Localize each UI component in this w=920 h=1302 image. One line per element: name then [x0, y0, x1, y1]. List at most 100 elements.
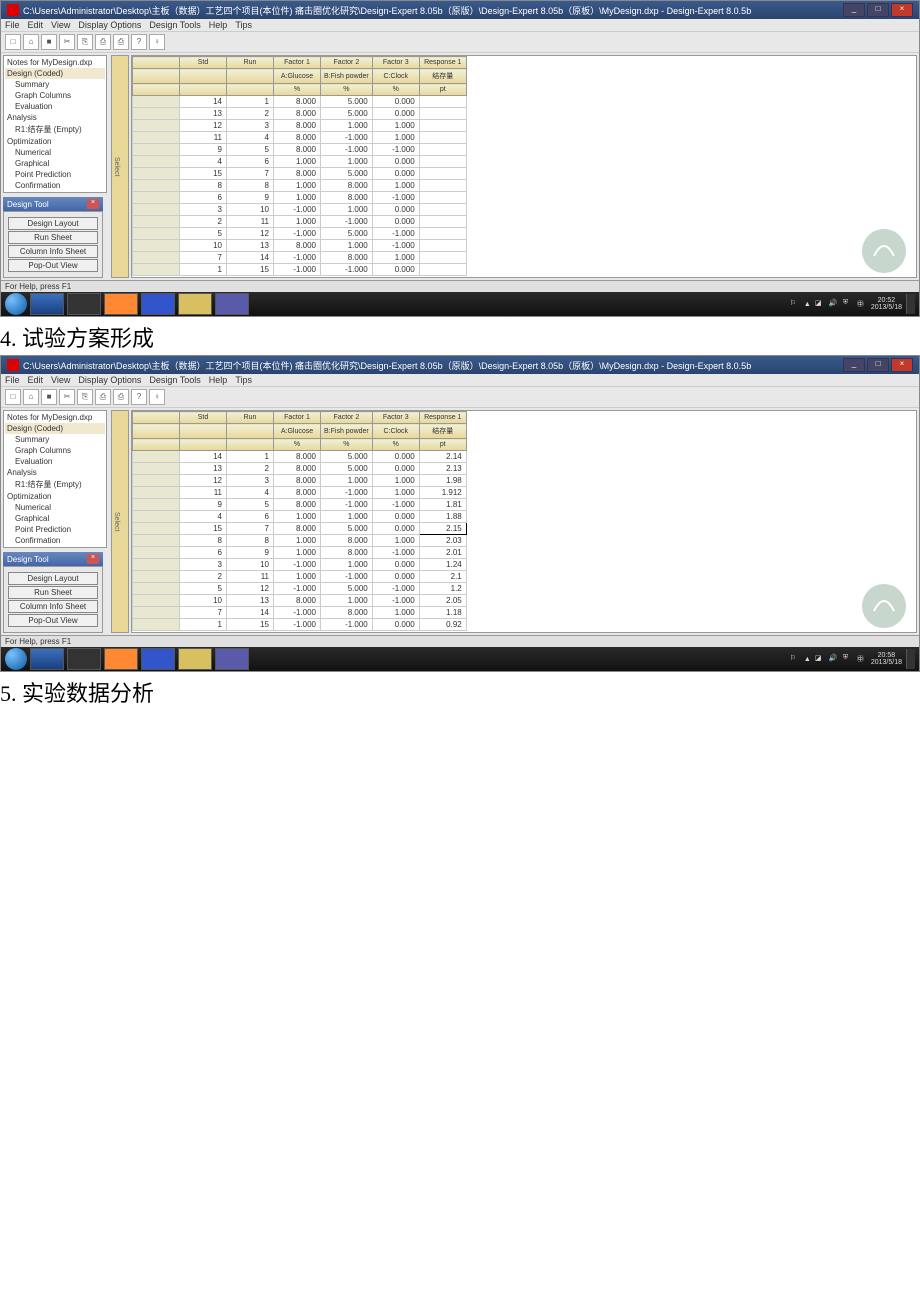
- data-cell[interactable]: 1.98: [419, 475, 466, 487]
- data-cell[interactable]: -1.000: [274, 264, 321, 276]
- data-cell[interactable]: 12: [180, 475, 227, 487]
- data-cell[interactable]: [419, 120, 466, 132]
- data-cell[interactable]: 0.000: [372, 523, 419, 535]
- tree-item[interactable]: Numerical: [5, 147, 105, 158]
- data-cell[interactable]: 2.01: [419, 547, 466, 559]
- tree-item[interactable]: Confirmation: [5, 180, 105, 191]
- new-icon[interactable]: □: [5, 389, 21, 405]
- data-cell[interactable]: 15: [180, 168, 227, 180]
- data-cell[interactable]: 1.000: [321, 156, 373, 168]
- taskbar-powerpoint-icon[interactable]: [104, 648, 138, 670]
- cut-icon[interactable]: ✂: [59, 389, 75, 405]
- data-cell[interactable]: 5.000: [321, 96, 373, 108]
- tree-item[interactable]: Summary: [5, 434, 105, 445]
- row-selector[interactable]: [133, 120, 180, 132]
- data-cell[interactable]: 8.000: [274, 144, 321, 156]
- data-cell[interactable]: [419, 156, 466, 168]
- data-cell[interactable]: -1.000: [372, 583, 419, 595]
- data-cell[interactable]: 10: [180, 240, 227, 252]
- data-cell[interactable]: 0.000: [372, 156, 419, 168]
- data-cell[interactable]: -1.000: [372, 499, 419, 511]
- data-cell[interactable]: 10: [227, 559, 274, 571]
- row-selector[interactable]: [133, 132, 180, 144]
- copy-icon[interactable]: ⎘: [77, 389, 93, 405]
- data-cell[interactable]: 1.81: [419, 499, 466, 511]
- row-selector[interactable]: [133, 168, 180, 180]
- data-cell[interactable]: -1.000: [372, 228, 419, 240]
- data-cell[interactable]: 8: [227, 535, 274, 547]
- tree-item[interactable]: Optimization: [5, 136, 105, 147]
- data-cell[interactable]: 5.000: [321, 228, 373, 240]
- row-selector[interactable]: [133, 511, 180, 523]
- data-cell[interactable]: 5: [227, 144, 274, 156]
- data-cell[interactable]: [419, 228, 466, 240]
- taskbar-powerpoint-icon[interactable]: [104, 293, 138, 315]
- taskbar-ie-icon[interactable]: [30, 648, 64, 670]
- menu-tips[interactable]: Tips: [235, 375, 252, 385]
- row-selector[interactable]: [133, 451, 180, 463]
- maximize-button[interactable]: □: [867, 3, 889, 17]
- data-cell[interactable]: [419, 180, 466, 192]
- data-cell[interactable]: 0.92: [419, 619, 466, 631]
- data-cell[interactable]: 7: [227, 523, 274, 535]
- data-cell[interactable]: 1.000: [274, 216, 321, 228]
- data-cell[interactable]: [419, 252, 466, 264]
- row-selector[interactable]: [133, 204, 180, 216]
- row-selector[interactable]: [133, 559, 180, 571]
- row-selector[interactable]: [133, 499, 180, 511]
- tips-icon[interactable]: ♀: [149, 34, 165, 50]
- data-cell[interactable]: 13: [180, 108, 227, 120]
- data-cell[interactable]: [419, 132, 466, 144]
- data-cell[interactable]: 15: [227, 619, 274, 631]
- data-cell[interactable]: 8: [180, 535, 227, 547]
- data-cell[interactable]: 8.000: [321, 252, 373, 264]
- data-cell[interactable]: [419, 192, 466, 204]
- row-selector[interactable]: [133, 144, 180, 156]
- menu-edit[interactable]: Edit: [28, 20, 44, 30]
- row-selector[interactable]: [133, 463, 180, 475]
- tree-item[interactable]: Confirmation: [5, 535, 105, 546]
- taskbar-word-icon[interactable]: [141, 293, 175, 315]
- data-cell[interactable]: 1.000: [321, 120, 373, 132]
- data-cell[interactable]: 9: [180, 144, 227, 156]
- start-button[interactable]: [5, 293, 27, 315]
- data-cell[interactable]: 0.000: [372, 571, 419, 583]
- tree-item[interactable]: Point Prediction: [5, 524, 105, 535]
- data-cell[interactable]: 5: [180, 583, 227, 595]
- data-cell[interactable]: -1.000: [274, 607, 321, 619]
- data-cell[interactable]: -1.000: [321, 264, 373, 276]
- data-cell[interactable]: 2.14: [419, 451, 466, 463]
- row-selector[interactable]: [133, 108, 180, 120]
- row-selector[interactable]: [133, 180, 180, 192]
- paste-icon[interactable]: ⎙: [95, 34, 111, 50]
- row-selector[interactable]: [133, 192, 180, 204]
- data-cell[interactable]: 1.000: [372, 132, 419, 144]
- data-cell[interactable]: -1.000: [372, 240, 419, 252]
- dtool-button[interactable]: Run Sheet: [8, 586, 98, 599]
- data-cell[interactable]: 5: [227, 499, 274, 511]
- data-cell[interactable]: 1.000: [321, 511, 373, 523]
- data-cell[interactable]: 1: [227, 96, 274, 108]
- minimize-button[interactable]: _: [843, 3, 865, 17]
- dtool-button[interactable]: Column Info Sheet: [8, 600, 98, 613]
- paste-icon[interactable]: ⎙: [95, 389, 111, 405]
- data-cell[interactable]: -1.000: [274, 583, 321, 595]
- data-cell[interactable]: 8: [227, 180, 274, 192]
- tray-shield-icon[interactable]: ⛨: [843, 654, 853, 664]
- data-cell[interactable]: 14: [227, 252, 274, 264]
- data-cell[interactable]: 0.000: [372, 204, 419, 216]
- cut-icon[interactable]: ✂: [59, 34, 75, 50]
- data-cell[interactable]: 5.000: [321, 463, 373, 475]
- data-cell[interactable]: 1.000: [372, 487, 419, 499]
- help-icon[interactable]: ?: [131, 34, 147, 50]
- data-cell[interactable]: 1.000: [372, 180, 419, 192]
- tray-shield-icon[interactable]: ⛨: [843, 299, 853, 309]
- data-cell[interactable]: 2.15: [419, 523, 466, 535]
- data-cell[interactable]: 14: [180, 96, 227, 108]
- tree-item[interactable]: Analysis: [5, 112, 105, 123]
- data-cell[interactable]: -1.000: [321, 499, 373, 511]
- row-selector[interactable]: [133, 571, 180, 583]
- tree-item[interactable]: Evaluation: [5, 101, 105, 112]
- copy-icon[interactable]: ⎘: [77, 34, 93, 50]
- close-button[interactable]: ×: [891, 358, 913, 372]
